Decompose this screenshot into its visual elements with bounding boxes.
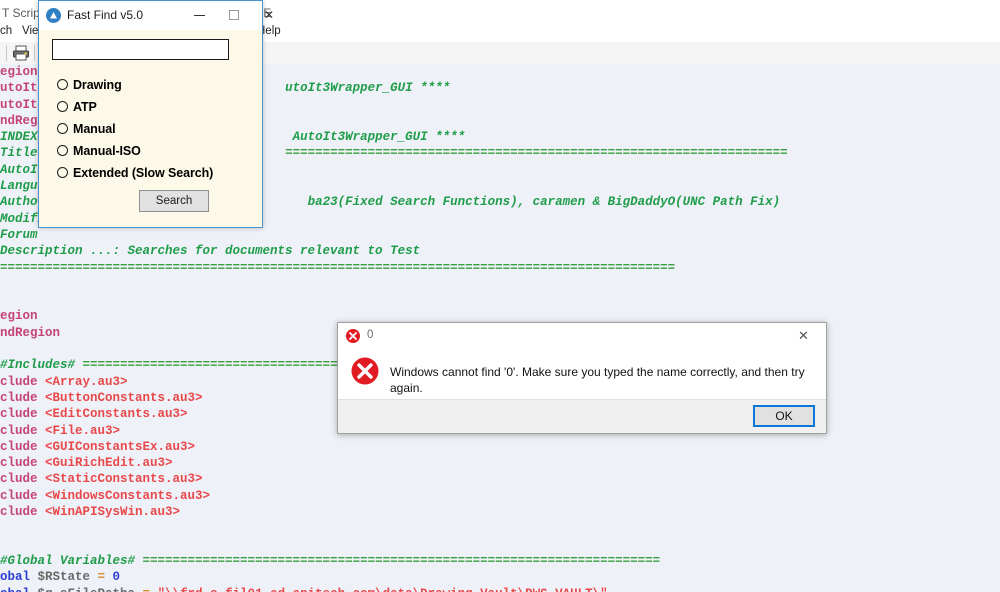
code-token: <File.au3> — [45, 423, 121, 438]
code-token: ba23(Fixed Search Functions), caramen & … — [307, 195, 781, 210]
radio-option-manual-iso[interactable]: Manual-ISO — [57, 142, 141, 159]
radio-label: Manual — [73, 121, 116, 136]
code-token: <Array.au3> — [45, 374, 128, 389]
code-line: Forum — [0, 227, 788, 243]
radio-circle-icon — [57, 79, 68, 90]
search-button[interactable]: Search — [139, 190, 209, 212]
radio-circle-icon — [57, 101, 68, 112]
code-token: ========================================… — [142, 553, 661, 568]
code-token: AutoIt3Wrapper_GUI **** — [292, 130, 466, 145]
editor-title-left: T Script — [2, 6, 44, 20]
code-token: <StaticConstants.au3> — [45, 472, 203, 487]
radio-option-manual[interactable]: Manual — [57, 120, 116, 137]
code-token: clude — [0, 374, 46, 389]
radio-circle-icon — [57, 167, 68, 178]
error-icon — [350, 356, 380, 386]
code-token: ndRegion — [0, 325, 61, 340]
radio-circle-icon — [57, 123, 68, 134]
error-message: Windows cannot find '0'. Make sure you t… — [390, 365, 805, 395]
error-dialog-footer: OK — [338, 399, 826, 433]
code-token: clude — [0, 505, 46, 520]
code-token: #Global Variables# — [0, 553, 143, 568]
toolbar-separator — [34, 45, 35, 61]
code-token: <ButtonConstants.au3> — [45, 390, 203, 405]
code-token: 0 — [112, 570, 121, 585]
code-token: clude — [0, 488, 46, 503]
code-token: <WindowsConstants.au3> — [45, 488, 211, 503]
radio-circle-icon — [57, 145, 68, 156]
code-token: Title — [0, 146, 38, 161]
code-line: #Global Variables# =====================… — [0, 553, 788, 569]
error-dialog-titlebar[interactable]: 0 ✕ — [338, 323, 826, 349]
radio-option-extended[interactable]: Extended (Slow Search) — [57, 164, 213, 181]
code-line: Description ...: Searches for documents … — [0, 243, 788, 259]
radio-label: Extended (Slow Search) — [73, 165, 214, 180]
code-token: <GuiRichEdit.au3> — [45, 456, 173, 471]
printer-icon[interactable] — [12, 45, 30, 61]
error-icon-small — [345, 328, 361, 344]
menu-item-search[interactable]: ch — [0, 25, 12, 37]
code-token: #Includes# — [0, 358, 83, 373]
fast-find-app-icon — [46, 8, 61, 23]
code-token: = — [143, 587, 158, 592]
code-line: obal $RState = 0 — [0, 569, 788, 585]
code-line: clude <StaticConstants.au3> — [0, 471, 788, 487]
maximize-button[interactable] — [219, 1, 249, 29]
code-token: clude — [0, 423, 46, 438]
code-token: ========================================… — [0, 260, 676, 275]
error-dialog[interactable]: 0 ✕ Windows cannot find '0'. Make sure y… — [337, 322, 827, 434]
code-line: clude <GuiRichEdit.au3> — [0, 455, 788, 471]
radio-label: ATP — [73, 99, 97, 114]
code-token: utoIt3Wrapper_GUI **** — [285, 81, 451, 96]
error-dialog-content: Windows cannot find '0'. Make sure you t… — [338, 349, 826, 401]
code-token: clude — [0, 472, 46, 487]
radio-label: Manual-ISO — [73, 143, 141, 158]
minimize-button[interactable] — [184, 1, 214, 29]
code-line: clude <WindowsConstants.au3> — [0, 488, 788, 504]
code-token: <EditConstants.au3> — [45, 407, 188, 422]
code-token: obal — [0, 587, 38, 592]
close-icon[interactable]: ✕ — [781, 323, 826, 349]
code-token: <WinAPISysWin.au3> — [45, 505, 181, 520]
code-token: = — [97, 570, 113, 585]
ok-button[interactable]: OK — [753, 405, 815, 427]
radio-option-drawing[interactable]: Drawing — [57, 76, 122, 93]
code-line: clude <WinAPISysWin.au3> — [0, 504, 788, 520]
code-line: clude <GUIConstantsEx.au3> — [0, 439, 788, 455]
code-token: clude — [0, 439, 46, 454]
code-token: obal — [0, 570, 38, 585]
screen-root: T Script TE ch View Help egion utoIt3 ut… — [0, 0, 1000, 592]
fast-find-client: Drawing ATP Manual Manual-ISO Extended (… — [39, 30, 262, 227]
close-icon[interactable]: ✕ — [254, 1, 284, 29]
code-token: egion — [0, 309, 38, 324]
code-token: egion — [0, 65, 38, 79]
toolbar-separator — [6, 45, 7, 61]
code-token: ========================================… — [285, 146, 788, 161]
code-token: clude — [0, 456, 46, 471]
code-token: <GUIConstantsEx.au3> — [45, 439, 196, 454]
code-line: obal $g_sFilePatha = "\\frd-s-fil01.ad.a… — [0, 586, 788, 592]
search-input[interactable] — [52, 39, 229, 60]
fast-find-window[interactable]: Fast Find v5.0 ✕ Drawing ATP Manual Manu… — [38, 0, 274, 228]
fast-find-titlebar[interactable]: Fast Find v5.0 ✕ — [39, 1, 274, 30]
code-token: Forum — [0, 227, 38, 242]
code-token: clude — [0, 407, 46, 422]
code-line: ========================================… — [0, 260, 788, 276]
code-token: clude — [0, 390, 46, 405]
code-token: $RState — [37, 570, 98, 585]
radio-label: Drawing — [73, 77, 122, 92]
radio-option-atp[interactable]: ATP — [57, 98, 97, 115]
fast-find-title: Fast Find v5.0 — [67, 8, 144, 22]
code-token: "\\frd-s-fil01.ad.apitech.com\data\Drawi… — [158, 587, 608, 592]
code-token: $g_sFilePatha — [38, 587, 143, 592]
code-token: Description ...: Searches for documents … — [0, 244, 421, 259]
error-dialog-title: 0 — [367, 329, 374, 341]
